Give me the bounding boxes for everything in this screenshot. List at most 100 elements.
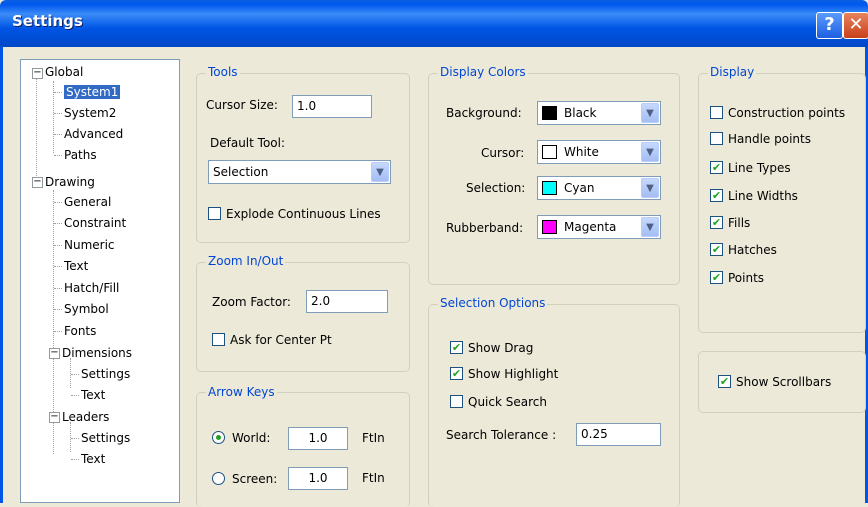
checkbox-box xyxy=(450,395,463,408)
selection-color-value: Cyan xyxy=(564,181,595,195)
background-color-select[interactable]: Black ▼ xyxy=(537,101,661,125)
checkbox-box: ✔ xyxy=(710,271,723,284)
background-color-swatch xyxy=(542,106,557,120)
tree-item-fonts[interactable]: Fonts xyxy=(64,321,96,341)
selection-color-select[interactable]: Cyan ▼ xyxy=(537,176,661,200)
selection-color-swatch xyxy=(542,181,557,195)
hatches-label: Hatches xyxy=(728,243,777,257)
collapse-drawing-icon[interactable]: − xyxy=(32,177,43,188)
tree-item-drawing[interactable]: Drawing xyxy=(45,172,95,192)
checkbox-box: ✔ xyxy=(718,375,731,388)
rubberband-color-swatch xyxy=(542,220,557,234)
chevron-down-icon[interactable]: ▼ xyxy=(371,162,389,182)
radio-dot xyxy=(212,472,225,485)
tree-item-constraint[interactable]: Constraint xyxy=(64,213,126,233)
tree-item-dimensions-text[interactable]: Text xyxy=(81,385,105,405)
help-button[interactable]: ? xyxy=(816,12,843,39)
cursor-color-select[interactable]: White ▼ xyxy=(537,140,661,164)
title-bar: Settings ? ✕ xyxy=(0,0,868,47)
display-group-title: Display xyxy=(708,65,757,79)
checkbox-box: ✔ xyxy=(450,341,463,354)
default-tool-label: Default Tool: xyxy=(210,136,286,150)
points-label: Points xyxy=(728,271,765,285)
checkbox-box: ✔ xyxy=(710,216,723,229)
quick-search-label: Quick Search xyxy=(468,395,547,409)
tree-item-text[interactable]: Text xyxy=(64,256,88,276)
search-tolerance-input[interactable]: 0.25 xyxy=(576,423,661,446)
tree-item-general[interactable]: General xyxy=(64,192,111,212)
zoom-group-title: Zoom In/Out xyxy=(206,254,286,268)
show-drag-label: Show Drag xyxy=(468,341,534,355)
chevron-down-icon[interactable]: ▼ xyxy=(641,103,659,123)
tree-item-leaders[interactable]: Leaders xyxy=(62,407,109,427)
tree-item-dimensions-settings[interactable]: Settings xyxy=(81,364,130,384)
world-radio-label: World: xyxy=(232,431,271,445)
zoom-factor-label: Zoom Factor: xyxy=(212,295,291,309)
checkbox-box: ✔ xyxy=(710,161,723,174)
search-tolerance-label: Search Tolerance : xyxy=(446,428,557,442)
collapse-global-icon[interactable]: − xyxy=(32,68,43,79)
chevron-down-icon[interactable]: ▼ xyxy=(641,142,659,162)
explode-continuous-lines-label: Explode Continuous Lines xyxy=(226,207,381,221)
selection-options-group xyxy=(428,304,680,507)
checkbox-box xyxy=(208,207,221,220)
tree-item-advanced[interactable]: Advanced xyxy=(64,124,123,144)
checkbox-box: ✔ xyxy=(710,243,723,256)
collapse-dimensions-icon[interactable]: − xyxy=(49,348,60,359)
tree-item-leaders-text[interactable]: Text xyxy=(81,449,105,469)
checkbox-box: ✔ xyxy=(710,189,723,202)
display-colors-group-title: Display Colors xyxy=(438,65,528,79)
ask-for-center-pt-label: Ask for Center Pt xyxy=(230,333,332,347)
screen-step-input[interactable]: 1.0 xyxy=(288,467,348,490)
close-button[interactable]: ✕ xyxy=(843,12,868,39)
world-step-input[interactable]: 1.0 xyxy=(288,427,348,450)
collapse-leaders-icon[interactable]: − xyxy=(49,412,60,423)
background-color-value: Black xyxy=(564,106,597,120)
cursor-size-label: Cursor Size: xyxy=(206,98,278,112)
radio-dot xyxy=(212,431,225,444)
checkbox-box: ✔ xyxy=(450,367,463,380)
rubberband-color-select[interactable]: Magenta ▼ xyxy=(537,215,661,239)
zoom-group xyxy=(196,262,410,372)
tree-item-paths[interactable]: Paths xyxy=(64,145,97,165)
selection-options-group-title: Selection Options xyxy=(438,296,548,310)
checkbox-box xyxy=(212,333,225,346)
tree-item-system1[interactable]: System1 xyxy=(64,82,121,102)
show-scrollbars-label: Show Scrollbars xyxy=(736,375,832,389)
rubberband-color-label: Rubberband: xyxy=(446,221,524,235)
show-highlight-label: Show Highlight xyxy=(468,367,559,381)
arrow-keys-group-title: Arrow Keys xyxy=(206,385,277,399)
selection-color-label: Selection: xyxy=(466,181,526,195)
handle-points-label: Handle points xyxy=(728,132,811,146)
zoom-factor-input[interactable]: 2.0 xyxy=(306,290,388,313)
tree-item-hatch-fill[interactable]: Hatch/Fill xyxy=(64,278,119,298)
cursor-color-label: Cursor: xyxy=(481,146,525,160)
window-title: Settings xyxy=(12,12,83,30)
screen-radio-label: Screen: xyxy=(232,472,278,486)
tree-item-global[interactable]: Global xyxy=(45,62,83,82)
tree-item-symbol[interactable]: Symbol xyxy=(64,299,109,319)
construction-points-label: Construction points xyxy=(728,106,846,120)
cursor-color-swatch xyxy=(542,145,557,159)
chevron-down-icon[interactable]: ▼ xyxy=(641,178,659,198)
background-color-label: Background: xyxy=(446,106,522,120)
checkbox-box xyxy=(710,106,723,119)
tree-item-dimensions[interactable]: Dimensions xyxy=(62,343,132,363)
cursor-color-value: White xyxy=(564,145,599,159)
screen-unit-label: FtIn xyxy=(362,471,385,485)
tools-group-title: Tools xyxy=(206,65,240,79)
default-tool-value: Selection xyxy=(213,165,269,179)
rubberband-color-value: Magenta xyxy=(564,220,617,234)
chevron-down-icon[interactable]: ▼ xyxy=(641,217,659,237)
fills-label: Fills xyxy=(728,216,751,230)
tree-item-leaders-settings[interactable]: Settings xyxy=(81,428,130,448)
world-unit-label: FtIn xyxy=(362,431,385,445)
cursor-size-input[interactable]: 1.0 xyxy=(292,95,372,118)
settings-tree[interactable]: − Global System1 System2 Advanced Paths … xyxy=(20,59,180,503)
default-tool-select[interactable]: Selection ▼ xyxy=(208,160,391,184)
tree-item-numeric[interactable]: Numeric xyxy=(64,235,115,255)
checkbox-box xyxy=(710,132,723,145)
line-widths-label: Line Widths xyxy=(728,189,798,203)
line-types-label: Line Types xyxy=(728,161,791,175)
tree-item-system2[interactable]: System2 xyxy=(64,103,116,123)
